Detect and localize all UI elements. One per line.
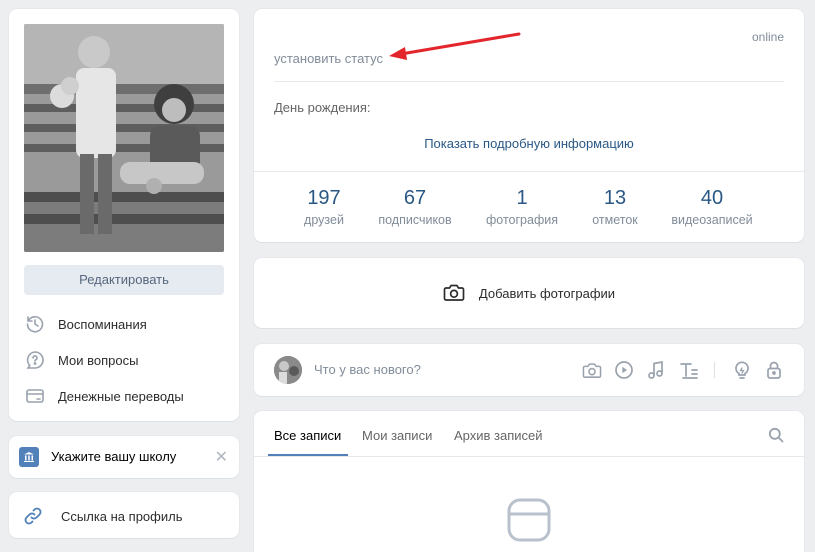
post-composer-card: Что у вас нового? (254, 344, 804, 396)
menu-item-questions[interactable]: Мои вопросы (24, 347, 229, 373)
close-icon[interactable]: ✕ (215, 447, 228, 467)
set-status-link[interactable]: установить статус (274, 51, 383, 66)
show-more-info-link[interactable]: Показать подробную информацию (254, 136, 804, 151)
profile-avatar[interactable] (24, 24, 224, 252)
empty-wall-icon (506, 497, 552, 546)
camera-icon (443, 282, 465, 305)
divider (714, 362, 715, 378)
counter-friends[interactable]: 197 друзей (294, 187, 354, 227)
menu-item-money-transfers[interactable]: Денежные переводы (24, 383, 229, 409)
birthday-label: День рождения: (274, 100, 371, 115)
profile-link-card[interactable]: Ссылка на профиль (9, 492, 239, 538)
tab-archive[interactable]: Архив записей (454, 428, 543, 443)
profile-link-label: Ссылка на профиль (61, 509, 183, 524)
annotation-arrow (389, 32, 521, 60)
counter-value: 40 (700, 187, 724, 209)
tab-all-posts[interactable]: Все записи (274, 428, 341, 443)
counter-videos[interactable]: 40 видеозаписей (662, 187, 762, 227)
menu-item-label: Мои вопросы (58, 352, 139, 368)
lightbulb-icon[interactable] (731, 359, 753, 381)
profile-sidebar-card: Редактировать Воспоминания Мои вопросы Д… (9, 9, 239, 421)
music-note-icon[interactable] (645, 359, 667, 381)
counter-followers[interactable]: 67 подписчиков (368, 187, 462, 227)
menu-item-label: Воспоминания (58, 316, 147, 332)
menu-item-memories[interactable]: Воспоминания (24, 311, 229, 337)
counter-value: 1 (516, 187, 528, 209)
add-photos-label: Добавить фотографии (478, 286, 616, 301)
counter-value: 13 (603, 187, 627, 209)
tab-my-posts[interactable]: Мои записи (362, 428, 432, 443)
menu-item-label: Денежные переводы (58, 388, 184, 404)
play-icon[interactable] (613, 359, 635, 381)
wall-card: Все записи Мои записи Архив записей (254, 411, 804, 552)
counter-value: 67 (403, 187, 427, 209)
counter-tags[interactable]: 13 отметок (580, 187, 650, 227)
counter-label: друзей (304, 213, 344, 227)
divider (274, 81, 784, 82)
user-avatar (274, 356, 302, 384)
school-prompt-card[interactable]: Укажите вашу школу ✕ (9, 436, 239, 478)
card-transfer-icon (24, 385, 46, 407)
lock-icon[interactable] (763, 359, 785, 381)
counter-label: фотография (486, 213, 558, 227)
counter-photos[interactable]: 1 фотография (476, 187, 568, 227)
counter-label: видеозаписей (671, 213, 753, 227)
add-photos-button[interactable]: Добавить фотографии (254, 282, 804, 305)
school-prompt-label: Укажите вашу школу (51, 449, 177, 464)
profile-info-card: online установить статус День рождения: … (254, 9, 804, 242)
counter-value: 197 (307, 187, 341, 209)
text-format-icon[interactable] (678, 359, 700, 381)
online-status: online (751, 30, 784, 44)
counter-label: отметок (592, 213, 638, 227)
question-bubble-icon (24, 349, 46, 371)
camera-icon[interactable] (581, 359, 603, 381)
photos-card: Добавить фотографии (254, 258, 804, 328)
edit-profile-button[interactable]: Редактировать (24, 265, 224, 295)
divider (254, 456, 804, 457)
clock-history-icon (24, 313, 46, 335)
counter-label: подписчиков (378, 213, 452, 227)
school-building-icon (19, 447, 39, 467)
divider (254, 171, 804, 172)
search-icon[interactable] (768, 427, 784, 446)
link-icon (23, 506, 43, 529)
new-post-input[interactable]: Что у вас нового? (314, 362, 421, 377)
